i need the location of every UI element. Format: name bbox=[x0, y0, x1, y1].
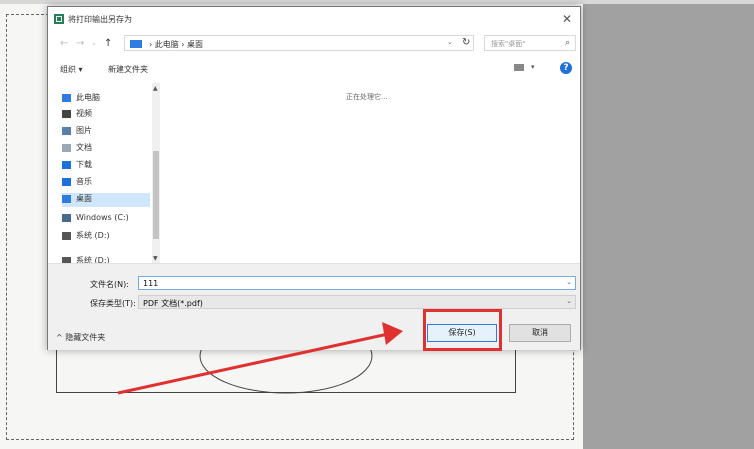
workspace-background bbox=[583, 0, 754, 449]
drive-icon bbox=[62, 231, 71, 240]
sidebar-item[interactable]: 下载 bbox=[62, 159, 150, 173]
documents-icon bbox=[62, 143, 71, 152]
scroll-down-icon[interactable]: ▼ bbox=[153, 255, 158, 262]
computer-icon bbox=[130, 40, 142, 48]
navigation-pane: 此电脑 视频 图片 文档 下载 音乐 桌面 Windows (C:) 系统 (D:) 系统 (D:… bbox=[54, 83, 160, 265]
dialog-title: 将打印输出另存为 bbox=[68, 15, 132, 24]
top-strip bbox=[0, 0, 754, 4]
chevron-down-icon[interactable]: ⌄ bbox=[566, 278, 572, 286]
sidebar-item[interactable]: 此电脑 bbox=[62, 92, 150, 106]
toolbar: 组织 ▾ 新建文件夹 ▾ ? bbox=[54, 59, 574, 79]
scroll-up-icon[interactable]: ▲ bbox=[153, 85, 158, 92]
view-options-icon[interactable] bbox=[514, 64, 524, 71]
refresh-icon[interactable]: ↻ bbox=[462, 37, 470, 48]
organize-button[interactable]: 组织 ▾ bbox=[60, 64, 83, 75]
cancel-button[interactable]: 取消 bbox=[509, 324, 571, 342]
chevron-down-icon[interactable]: ⌄ bbox=[447, 38, 453, 46]
sidebar-item[interactable]: 音乐 bbox=[62, 176, 150, 190]
recent-locations-icon[interactable]: ⌄ bbox=[91, 39, 97, 47]
filename-value[interactable]: 111 bbox=[143, 279, 158, 288]
chevron-down-icon[interactable]: ⌄ bbox=[566, 297, 572, 305]
computer-icon bbox=[62, 93, 71, 102]
sidebar-item-label: Windows (C:) bbox=[76, 213, 129, 222]
sidebar-item-label: 下载 bbox=[76, 160, 92, 169]
sidebar-item-label: 桌面 bbox=[76, 194, 92, 203]
search-icon[interactable]: ⌕ bbox=[565, 38, 570, 48]
up-icon[interactable]: ↑ bbox=[104, 38, 112, 49]
sidebar-item[interactable]: Windows (C:) bbox=[62, 213, 150, 227]
forward-icon[interactable]: → bbox=[76, 38, 84, 49]
address-field[interactable]: › 此电脑 › 桌面 ⌄ ↻ bbox=[124, 35, 474, 51]
sidebar-item[interactable]: 桌面 bbox=[62, 193, 150, 207]
search-input[interactable]: 搜索"桌面" ⌕ bbox=[484, 35, 576, 51]
desktop-icon bbox=[62, 194, 71, 203]
scrollbar-thumb[interactable] bbox=[153, 151, 159, 239]
sidebar-item-label: 图片 bbox=[76, 126, 92, 135]
filename-label: 文件名(N): bbox=[90, 280, 129, 289]
sidebar-item-label: 此电脑 bbox=[76, 93, 100, 102]
sidebar-item-label: 文档 bbox=[76, 143, 92, 152]
app-icon bbox=[54, 14, 64, 24]
download-icon bbox=[62, 160, 71, 169]
filetype-value[interactable]: PDF 文档(*.pdf) bbox=[143, 298, 203, 309]
sidebar-item-label: 系统 (D:) bbox=[76, 231, 110, 240]
search-placeholder: 搜索"桌面" bbox=[491, 40, 526, 48]
music-icon bbox=[62, 177, 71, 186]
drive-icon bbox=[62, 213, 71, 222]
breadcrumb[interactable]: › 此电脑 › 桌面 bbox=[149, 39, 203, 50]
sidebar-item[interactable]: 视频 bbox=[62, 108, 150, 122]
filename-field[interactable]: 111 ⌄ bbox=[138, 276, 576, 290]
save-highlight-box bbox=[423, 309, 502, 351]
help-icon[interactable]: ? bbox=[560, 62, 572, 74]
close-icon[interactable]: ✕ bbox=[562, 12, 572, 26]
chevron-down-icon[interactable]: ▾ bbox=[531, 63, 535, 71]
back-icon[interactable]: ← bbox=[60, 38, 68, 49]
new-folder-button[interactable]: 新建文件夹 bbox=[108, 64, 148, 75]
sidebar-item-label: 视频 bbox=[76, 109, 92, 118]
filetype-label: 保存类型(T): bbox=[90, 299, 136, 308]
status-text: 正在处理它... bbox=[346, 93, 388, 101]
hide-folders-toggle[interactable]: ^ 隐藏文件夹 bbox=[56, 332, 105, 343]
pictures-icon bbox=[62, 126, 71, 135]
title-bar: 将打印输出另存为 ✕ bbox=[48, 7, 580, 33]
sidebar-item[interactable]: 图片 bbox=[62, 125, 150, 139]
sidebar-item[interactable]: 系统 (D:) bbox=[62, 230, 150, 244]
video-icon bbox=[62, 109, 71, 118]
filetype-select[interactable]: PDF 文档(*.pdf) ⌄ bbox=[138, 295, 576, 309]
sidebar-item-label: 音乐 bbox=[76, 177, 92, 186]
address-bar: ← → ⌄ ↑ › 此电脑 › 桌面 ⌄ ↻ 搜索"桌面" ⌕ bbox=[54, 35, 576, 53]
save-as-dialog: 将打印输出另存为 ✕ ← → ⌄ ↑ › 此电脑 › 桌面 ⌄ ↻ 搜索"桌面"… bbox=[47, 6, 581, 350]
sidebar-item[interactable]: 文档 bbox=[62, 142, 150, 156]
